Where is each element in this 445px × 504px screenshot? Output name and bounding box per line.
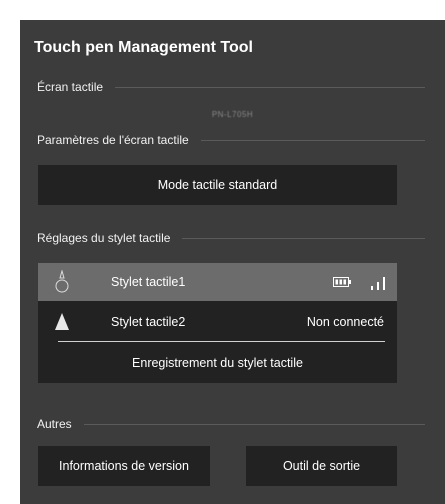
stylus-icon [55, 313, 69, 330]
other-section-header: Autres [37, 417, 425, 431]
stylus-outline-icon [55, 270, 69, 293]
battery-icon [333, 277, 351, 287]
stylus-section-header: Réglages du stylet tactile [37, 231, 425, 245]
register-stylus-button[interactable]: Enregistrement du stylet tactile [38, 346, 397, 380]
other-section-label: Autres [37, 417, 72, 431]
stylus-section-label: Réglages du stylet tactile [37, 231, 171, 245]
stylus-list: Stylet tactile1 Stylet tactile2 Non conn… [38, 263, 397, 383]
version-info-button[interactable]: Informations de version [38, 446, 210, 486]
stylus-item-1[interactable]: Stylet tactile1 [38, 263, 397, 301]
section-divider [200, 139, 425, 141]
section-divider [182, 237, 425, 239]
section-divider [83, 423, 425, 425]
section-divider [115, 86, 425, 88]
device-name: PN-L705H [211, 110, 254, 119]
params-section-label: Paramètres de l'écran tactile [37, 133, 189, 147]
stylus-divider [58, 341, 385, 342]
screen-section-header: Écran tactile [37, 80, 425, 94]
stylus-item-2-name: Stylet tactile2 [111, 315, 186, 329]
signal-icon [371, 277, 385, 290]
stylus-item-1-name: Stylet tactile1 [111, 275, 186, 289]
app-panel: Touch pen Management Tool Écran tactile … [20, 20, 445, 504]
app-title: Touch pen Management Tool [34, 39, 253, 56]
stylus-item-2-status: Non connecté [306, 315, 384, 329]
screen-section-label: Écran tactile [37, 80, 104, 94]
stylus-item-2[interactable]: Stylet tactile2 Non connecté [38, 303, 397, 341]
params-section-header: Paramètres de l'écran tactile [37, 133, 425, 147]
mode-tactile-button[interactable]: Mode tactile standard [38, 165, 397, 205]
exit-tool-button[interactable]: Outil de sortie [246, 446, 397, 486]
